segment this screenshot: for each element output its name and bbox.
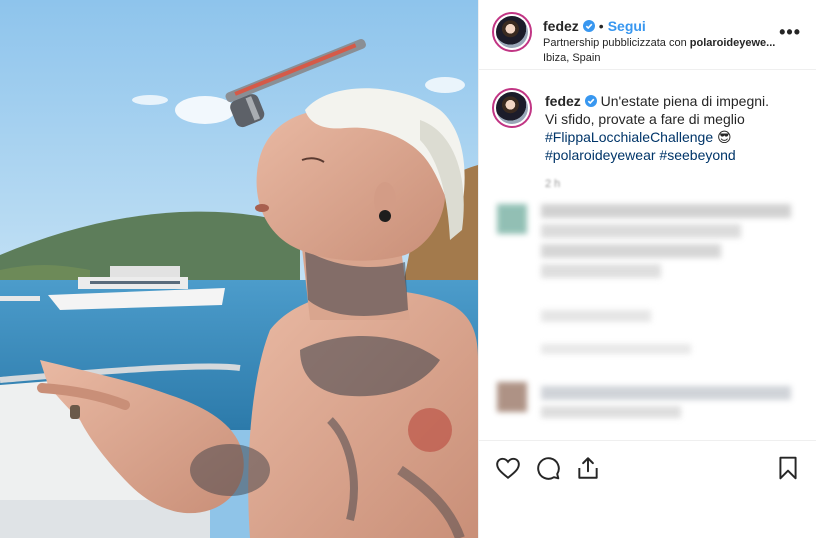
hashtag-link[interactable]: #FlippaLocchialeChallenge: [545, 129, 713, 145]
comment-text-blurred: [541, 264, 661, 278]
bookmark-icon[interactable]: [775, 455, 801, 481]
comment-replies-blurred: [541, 344, 691, 354]
verified-badge-icon: [584, 95, 597, 107]
comment-text-blurred: [541, 204, 791, 218]
more-options-icon[interactable]: •••: [779, 22, 801, 43]
caption-text: fedez Un'estate piena di impegni. Vi sfi…: [545, 92, 807, 164]
verified-badge-icon: [582, 20, 595, 32]
partner-link[interactable]: polaroideyewe...: [690, 37, 776, 49]
comment-text-blurred: [541, 406, 681, 418]
author-avatar[interactable]: [492, 12, 532, 52]
hashtag-link[interactable]: #polaroideyewear: [545, 147, 656, 163]
caption-username[interactable]: fedez: [545, 93, 581, 109]
comment-text-blurred: [541, 244, 721, 258]
photo-illustration: [0, 0, 478, 538]
caption-line-2: Vi sfido, provate a fare di meglio: [545, 111, 745, 127]
hashtag-link[interactable]: #seebeyond: [656, 147, 735, 163]
separator-dot: •: [598, 18, 604, 34]
paid-partnership-label: Partnership pubblicizzata con polaroidey…: [543, 37, 799, 49]
location-link[interactable]: Ibiza, Spain: [543, 52, 600, 64]
comment-avatar: [497, 204, 527, 234]
caption-line-1: Un'estate piena di impegni.: [596, 93, 770, 109]
follow-button[interactable]: Segui: [608, 18, 646, 34]
post-photo[interactable]: [0, 0, 478, 538]
post-actions-bar: [479, 440, 816, 538]
post-header: fedez • Segui Partnership pubblicizzata …: [479, 0, 816, 70]
post-timestamp: 2 h: [545, 178, 561, 190]
caption-emoji: 😎: [713, 129, 732, 145]
caption-avatar[interactable]: [492, 88, 532, 128]
comment-icon[interactable]: [535, 455, 561, 481]
share-icon[interactable]: [575, 455, 601, 481]
comment-text-blurred: [541, 224, 741, 238]
comment-avatar: [497, 382, 527, 412]
post-details-panel: fedez • Segui Partnership pubblicizzata …: [478, 0, 816, 538]
comment-text-blurred: [541, 386, 791, 400]
author-line: fedez • Segui: [543, 17, 646, 35]
heart-icon[interactable]: [495, 455, 521, 481]
author-username[interactable]: fedez: [543, 18, 579, 34]
comment-meta-blurred: [541, 310, 651, 322]
partnership-prefix: Partnership pubblicizzata con: [543, 37, 690, 49]
